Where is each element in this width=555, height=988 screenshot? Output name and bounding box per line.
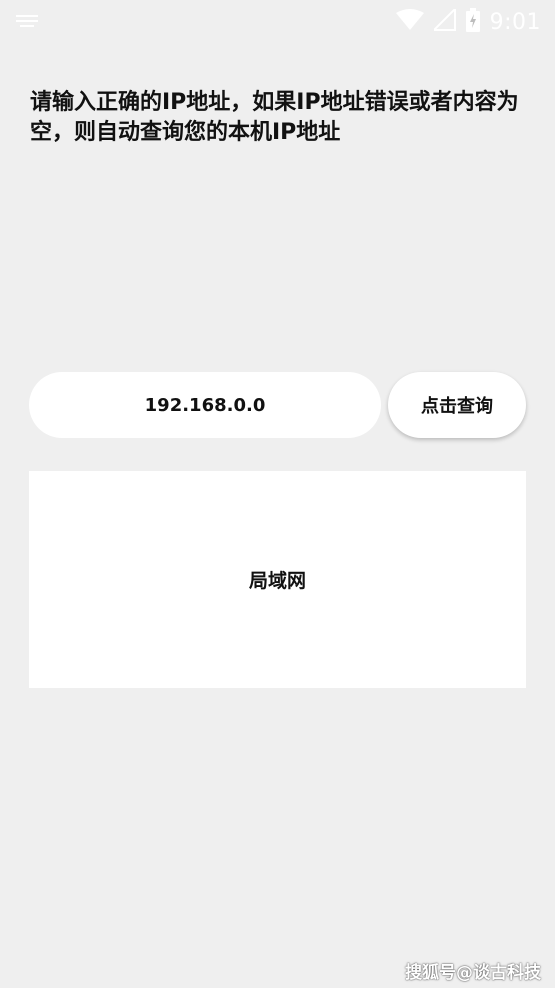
notification-icon [16, 14, 38, 28]
status-time: 9:01 [489, 9, 541, 35]
battery-charging-icon [465, 8, 480, 36]
query-button[interactable]: 点击查询 [388, 372, 526, 438]
instruction-text: 请输入正确的IP地址，如果IP地址错误或者内容为空，则自动查询您的本机IP地址 [30, 90, 519, 145]
wifi-icon [395, 9, 424, 35]
cellular-signal-icon [431, 6, 456, 35]
result-text: 局域网 [248, 570, 306, 592]
watermark: 搜狐号@谈古科技 [405, 963, 541, 983]
ip-address-input[interactable] [29, 372, 381, 438]
status-icons: 9:01 [395, 6, 541, 38]
status-bar: 9:01 [0, 0, 555, 44]
result-panel: 局域网 [29, 471, 526, 688]
